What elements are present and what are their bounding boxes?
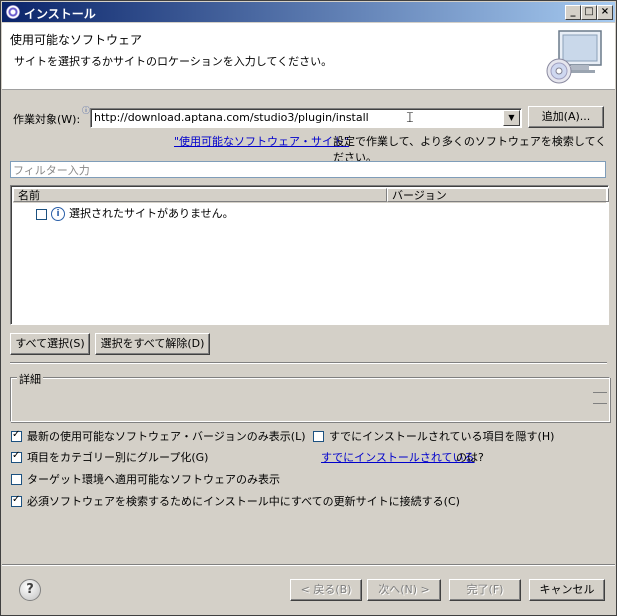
select-all-button[interactable]: すべて選択(S) (10, 333, 90, 355)
separator (10, 362, 607, 364)
target-env-label[interactable]: ターゲット環境へ適用可能なソフトウェアのみ表示 (27, 473, 280, 486)
already-installed-suffix: のは? (456, 451, 484, 464)
title-bar[interactable]: インストール _ □ × (2, 2, 615, 22)
page-description: サイトを選択するかサイトのロケーションを入力してください。 (14, 55, 333, 68)
work-with-value: http://download.aptana.com/studio3/plugi… (94, 111, 369, 124)
contact-all-sites-checkbox[interactable] (11, 494, 22, 507)
next-button[interactable]: 次へ(N) > (367, 579, 441, 601)
info-decorator-icon: ⓘ (82, 106, 90, 115)
group-by-category-checkbox[interactable] (11, 450, 22, 463)
latest-only-checkbox[interactable] (11, 429, 22, 442)
details-group: 詳細 (10, 371, 610, 422)
target-env-checkbox[interactable] (11, 474, 22, 485)
install-monitor-icon (546, 30, 602, 84)
work-with-combo[interactable]: http://download.aptana.com/studio3/plugi… (90, 108, 522, 128)
hide-installed-checkbox[interactable] (313, 431, 324, 442)
work-with-label: 作業対象(W): (13, 113, 81, 126)
hide-installed-label[interactable]: すでにインストールされている項目を隠す(H) (329, 430, 554, 443)
group-by-category-label[interactable]: 項目をカテゴリー別にグループ化(G) (27, 451, 208, 464)
deselect-all-button[interactable]: 選択をすべて解除(D) (95, 333, 210, 355)
chevron-down-icon[interactable]: ▼ (503, 110, 520, 126)
info-icon: i (51, 207, 65, 221)
details-label: 詳細 (17, 371, 43, 387)
sash-handle-icon[interactable] (593, 392, 607, 404)
back-button[interactable]: < 戻る(B) (290, 579, 362, 601)
row-checkbox[interactable] (36, 209, 47, 220)
table-header: 名前 バージョン (13, 188, 609, 203)
eclipse-icon (6, 5, 20, 19)
column-version-header[interactable]: バージョン (387, 188, 609, 202)
already-installed-link[interactable]: すでにインストールされている (321, 451, 475, 464)
text-cursor-icon: 𝙸 (405, 110, 415, 126)
cancel-button[interactable]: キャンセル (529, 579, 605, 601)
finish-button[interactable]: 完了(F) (449, 579, 521, 601)
help-icon[interactable]: ? (19, 579, 41, 601)
filter-input[interactable]: フィルター入力 (10, 161, 606, 178)
minimize-button[interactable]: _ (565, 5, 581, 20)
software-table[interactable]: 名前 バージョン i 選択されたサイトがありません。 (10, 185, 609, 325)
row-message: 選択されたサイトがありません。 (69, 207, 234, 220)
maximize-button[interactable]: □ (581, 5, 597, 20)
install-dialog: インストール _ □ × 使用可能なソフトウェア サイトを選択するかサイトのロケ… (0, 0, 617, 616)
contact-all-sites-label[interactable]: 必須ソフトウェアを検索するためにインストール中にすべての更新サイトに接続する(C… (27, 495, 460, 508)
available-sites-link[interactable]: "使用可能なソフトウェア・サイト" (174, 133, 349, 149)
wizard-header: 使用可能なソフトウェア サイトを選択するかサイトのロケーションを入力してください… (2, 23, 615, 90)
add-site-button[interactable]: 追加(A)... (528, 106, 604, 128)
close-button[interactable]: × (597, 5, 613, 20)
footer-separator (2, 564, 615, 566)
column-name-header[interactable]: 名前 (13, 188, 387, 202)
page-title: 使用可能なソフトウェア (10, 33, 143, 47)
latest-only-label[interactable]: 最新の使用可能なソフトウェア・バージョンのみ表示(L) (27, 430, 306, 443)
window-title: インストール (24, 7, 96, 21)
